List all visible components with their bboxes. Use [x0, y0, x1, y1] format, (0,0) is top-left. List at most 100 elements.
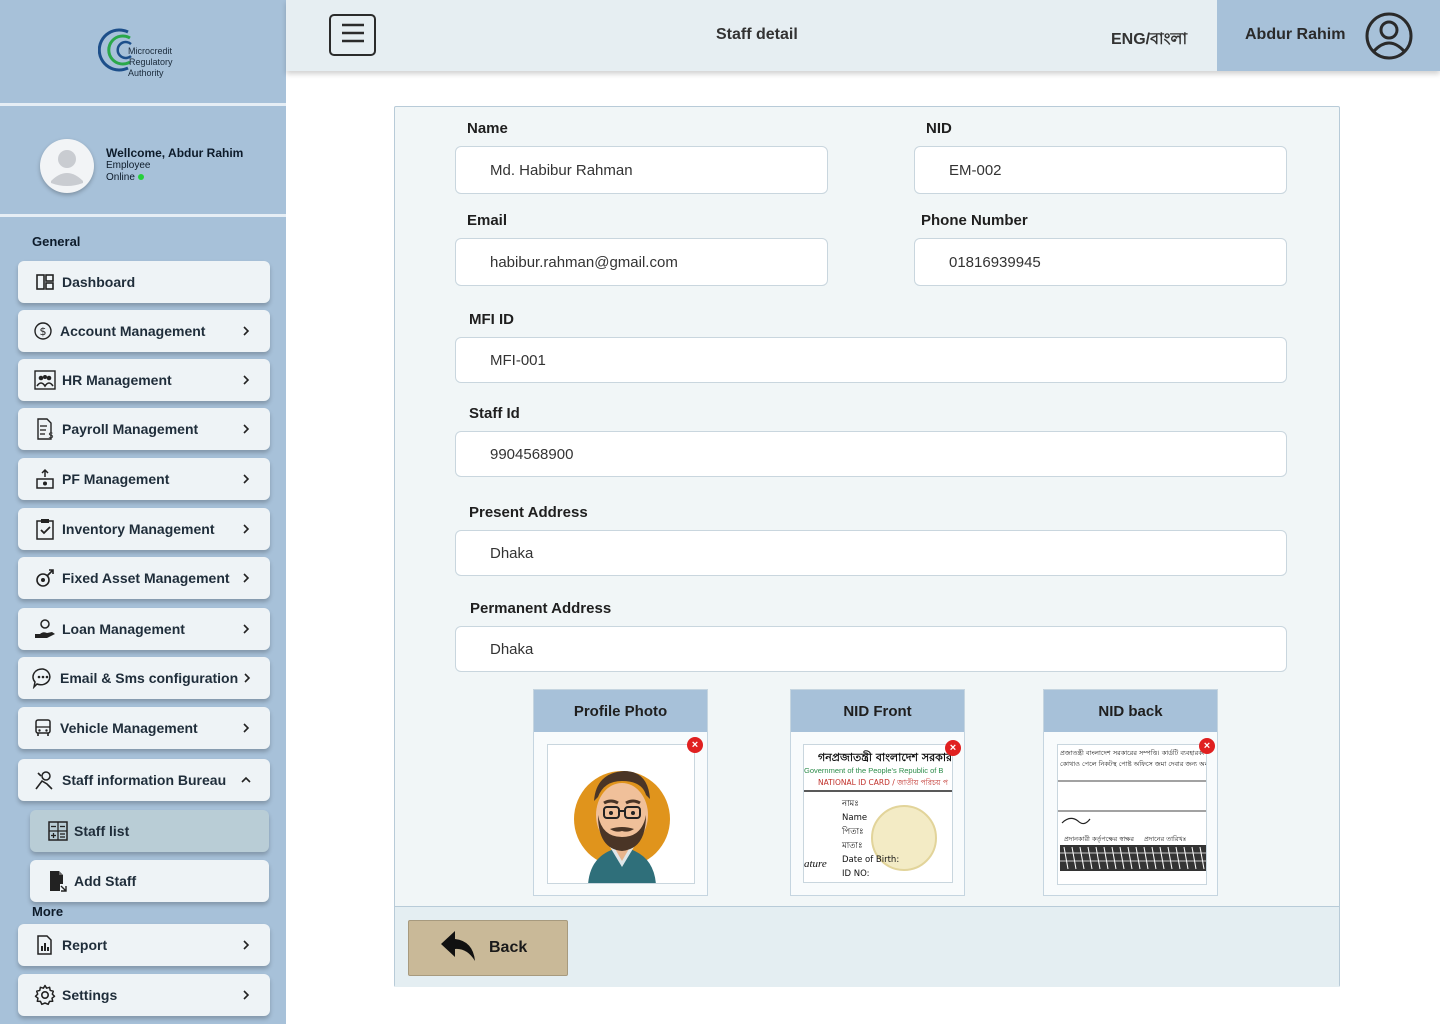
nid-front-field: Name	[842, 813, 868, 823]
online-dot-icon	[137, 174, 144, 180]
sidebar-item-label: Report	[62, 937, 108, 953]
present-address-field[interactable]: Dhaka	[455, 530, 1287, 576]
nid-back-line1: প্রজাতন্ত্রী বাংলাদেশ সরকারের সম্পত্তি। …	[1060, 749, 1205, 757]
section-more: More	[32, 904, 64, 919]
sidebar-subitem-label: Add Staff	[74, 873, 137, 889]
staff-detail-card: Name Md. Habibur Rahman NID EM-002 Email…	[394, 106, 1340, 987]
chevron-right-icon	[236, 523, 256, 535]
email-label: Email	[467, 212, 508, 229]
nid-front-signature: ature	[804, 858, 827, 870]
sidebar-item-label: PF Management	[62, 471, 170, 487]
nid-back-upload[interactable]: NID back প্রজাতন্ত্রী বাংলাদেশ সরকারের স…	[1043, 689, 1218, 896]
sidebar-item-label: Loan Management	[62, 621, 185, 637]
card-footer: Back	[395, 906, 1339, 987]
sidebar-item-label: Staff information Bureau	[62, 772, 227, 788]
chevron-right-icon	[236, 473, 256, 485]
sidebar-item-label: Account Management	[60, 323, 206, 339]
sidebar-item-dashboard[interactable]: Dashboard	[18, 261, 270, 303]
user-menu[interactable]: Abdur Rahim	[1217, 0, 1440, 71]
nid-front-field: মাতাঃ	[842, 841, 863, 851]
role-text: Employee	[106, 160, 151, 171]
name-label: Name	[467, 120, 508, 137]
nid-back-label: NID back	[1044, 690, 1217, 732]
add-file-icon	[46, 869, 70, 893]
top-header: Staff detail ENG/বাংলা Abdur Rahim	[286, 0, 1440, 71]
mfi-id-label: MFI ID	[469, 311, 514, 328]
nid-back-line4: প্রদানের তারিখঃ	[1144, 835, 1187, 843]
sidebar: Microcredit Regulatory Authority Wellcom…	[0, 0, 286, 1024]
staff-id-field[interactable]: 9904568900	[455, 431, 1287, 477]
phone-label: Phone Number	[921, 212, 1028, 229]
people-icon	[34, 369, 56, 391]
permanent-address-field[interactable]: Dhaka	[455, 626, 1287, 672]
report-icon	[34, 934, 56, 956]
sidebar-item-account-management[interactable]: $ Account Management	[18, 310, 270, 352]
chevron-right-icon	[236, 374, 256, 386]
back-arrow-icon	[439, 929, 477, 968]
sidebar-item-loan-management[interactable]: Loan Management	[18, 608, 270, 650]
sidebar-item-label: Settings	[62, 987, 118, 1003]
chevron-right-icon	[236, 989, 256, 1001]
sidebar-item-pf-management[interactable]: PF Management	[18, 458, 270, 500]
sidebar-item-label: Dashboard	[62, 274, 136, 290]
chevron-right-icon	[236, 423, 256, 435]
sidebar-subitem-label: Staff list	[74, 823, 130, 839]
chevron-right-icon	[236, 623, 256, 635]
chevron-right-icon	[240, 672, 254, 684]
sidebar-item-report[interactable]: Report	[18, 924, 270, 966]
sidebar-item-payroll-management[interactable]: $ Payroll Management	[18, 408, 270, 450]
language-toggle[interactable]: ENG/বাংলা	[1111, 26, 1187, 53]
sidebar-item-inventory-management[interactable]: Inventory Management	[18, 508, 270, 550]
name-field[interactable]: Md. Habibur Rahman	[455, 146, 828, 194]
nid-label: NID	[926, 120, 952, 137]
remove-profile-photo-icon[interactable]: ×	[687, 737, 703, 753]
logo-text-line2: Regulatory	[129, 57, 173, 67]
remove-nid-front-icon[interactable]: ×	[945, 740, 961, 756]
phone-field[interactable]: 01816939945	[914, 238, 1287, 286]
sidebar-item-settings[interactable]: Settings	[18, 974, 270, 1016]
chevron-up-icon	[236, 775, 256, 785]
email-field[interactable]: habibur.rahman@gmail.com	[455, 238, 828, 286]
nid-front-upload[interactable]: NID Front গনপ্রজাতন্ত্রী বাংলাদেশ সরকার …	[790, 689, 965, 896]
staff-id-label: Staff Id	[469, 405, 520, 422]
clipboard-check-icon	[34, 518, 56, 540]
remove-nid-back-icon[interactable]: ×	[1199, 738, 1215, 754]
page-title: Staff detail	[716, 26, 798, 43]
hamburger-icon	[340, 22, 366, 49]
chevron-right-icon	[236, 939, 256, 951]
profile-photo-image	[547, 744, 695, 884]
sidebar-item-staff-information-bureau[interactable]: Staff information Bureau	[18, 759, 270, 801]
welcome-text: Wellcome, Abdur Rahim	[106, 146, 244, 160]
sidebar-item-fixed-asset-management[interactable]: Fixed Asset Management	[18, 557, 270, 599]
calculator-list-icon	[46, 819, 70, 843]
nid-field[interactable]: EM-002	[914, 146, 1287, 194]
header-user-name: Abdur Rahim	[1245, 26, 1346, 43]
menu-button[interactable]	[329, 14, 376, 56]
svg-text:$: $	[48, 431, 54, 440]
section-general: General	[32, 234, 81, 249]
sidebar-item-label: Payroll Management	[62, 421, 199, 437]
nid-front-field: পিতাঃ	[842, 827, 864, 837]
svg-text:$: $	[40, 325, 47, 338]
logo-text-line1: Microcredit	[128, 46, 173, 56]
mfi-id-field[interactable]: MFI-001	[455, 337, 1287, 383]
chevron-right-icon	[236, 572, 256, 584]
user-profile-icon[interactable]	[1364, 11, 1414, 61]
status-indicator: Online	[106, 172, 144, 183]
back-button[interactable]: Back	[408, 920, 568, 976]
hand-coin-icon	[34, 618, 56, 640]
sidebar-subitem-staff-list[interactable]: Staff list	[30, 810, 269, 852]
profile-photo-upload[interactable]: Profile Photo ×	[533, 689, 708, 896]
nid-front-field: ID NO:	[842, 869, 870, 879]
sidebar-item-label: Inventory Management	[62, 521, 215, 537]
nid-front-image: গনপ্রজাতন্ত্রী বাংলাদেশ সরকার Government…	[803, 744, 953, 883]
sidebar-subitem-add-staff[interactable]: Add Staff	[30, 860, 269, 902]
chevron-right-icon	[236, 722, 256, 734]
sidebar-item-hr-management[interactable]: HR Management	[18, 359, 270, 401]
asset-icon	[34, 567, 56, 589]
sidebar-item-email-sms-configuration[interactable]: Email & Sms configuration	[18, 657, 270, 699]
sidebar-item-vehicle-management[interactable]: Vehicle Management	[18, 707, 270, 749]
chevron-right-icon	[236, 325, 256, 337]
permanent-address-label: Permanent Address	[470, 600, 612, 617]
dashboard-icon	[34, 271, 56, 293]
